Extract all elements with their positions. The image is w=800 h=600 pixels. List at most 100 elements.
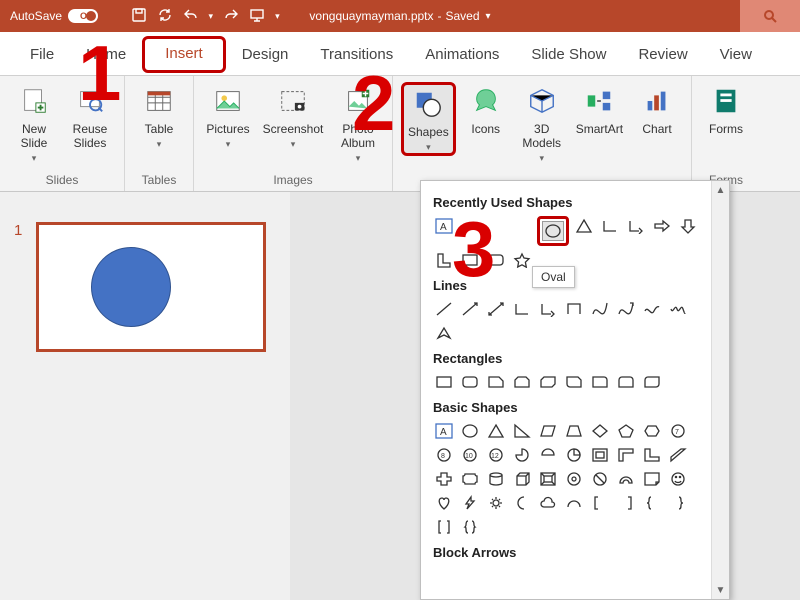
reuse-slides-button[interactable]: Reuse Slides <box>64 82 116 152</box>
tab-file[interactable]: File <box>14 36 70 75</box>
shape-right-triangle[interactable] <box>511 421 533 441</box>
shape-diamond[interactable] <box>589 421 611 441</box>
shape-moon[interactable] <box>511 493 533 513</box>
smartart-button[interactable]: SmartArt <box>572 82 627 138</box>
shape-no-symbol[interactable] <box>589 469 611 489</box>
shape-lightning[interactable] <box>459 493 481 513</box>
tab-design[interactable]: Design <box>226 36 305 75</box>
shape-frame[interactable] <box>589 445 611 465</box>
shape-chord[interactable] <box>537 445 559 465</box>
shape-oval[interactable] <box>542 221 564 241</box>
table-button[interactable]: Table ▾ <box>133 82 185 150</box>
shape-roundrect[interactable] <box>485 250 507 270</box>
tab-review[interactable]: Review <box>622 36 703 75</box>
shape-smiley[interactable] <box>667 469 689 489</box>
shape-braces-pair[interactable] <box>459 517 481 537</box>
shape-oval[interactable] <box>459 421 481 441</box>
shape-elbow-arrow[interactable] <box>537 299 559 319</box>
chart-button[interactable]: Chart <box>631 82 683 138</box>
shape-elbow[interactable] <box>599 216 621 236</box>
shape-textbox[interactable]: A <box>433 421 455 441</box>
shape-diag-stripe[interactable] <box>667 445 689 465</box>
tab-animations[interactable]: Animations <box>409 36 515 75</box>
shape-snip2diag[interactable] <box>537 372 559 392</box>
icons-button[interactable]: Icons <box>460 82 512 138</box>
photo-album-button[interactable]: Photo Album ▾ <box>332 82 384 164</box>
shape-cloud[interactable] <box>537 493 559 513</box>
redo-icon[interactable] <box>223 7 239 26</box>
shape-decagon[interactable]: 10 <box>459 445 481 465</box>
saved-status[interactable]: Saved <box>446 9 480 23</box>
shape-brace-l[interactable] <box>641 493 663 513</box>
shape-textbox[interactable]: A <box>433 216 455 236</box>
shape-bracket-l[interactable] <box>589 493 611 513</box>
shape-plaque[interactable] <box>459 469 481 489</box>
shape-trapezoid[interactable] <box>563 421 585 441</box>
shape-round1[interactable] <box>589 372 611 392</box>
slide-thumbnail-panel[interactable] <box>0 192 290 600</box>
shape-block-arc[interactable] <box>615 469 637 489</box>
shape-half-frame[interactable] <box>615 445 637 465</box>
shape-triangle[interactable] <box>485 421 507 441</box>
shape-triangle[interactable] <box>573 216 595 236</box>
shape-cube[interactable] <box>511 469 533 489</box>
shape-line-double-arrow[interactable] <box>485 299 507 319</box>
shape-cross[interactable] <box>433 469 455 489</box>
shape-brackets-pair[interactable] <box>433 517 455 537</box>
shape-roundrect[interactable] <box>459 372 481 392</box>
shape-curve[interactable] <box>589 299 611 319</box>
shape-down-arrow[interactable] <box>677 216 699 236</box>
shape-bracket-r[interactable] <box>615 493 637 513</box>
shapes-button[interactable]: Shapes ▾ <box>401 82 456 156</box>
undo-caret-icon[interactable]: ▾ <box>209 11 214 22</box>
new-slide-button[interactable]: New Slide ▾ <box>8 82 60 164</box>
autosave-toggle[interactable]: AutoSave On <box>10 9 117 23</box>
tab-slideshow[interactable]: Slide Show <box>515 36 622 75</box>
shape-donut[interactable] <box>563 469 585 489</box>
shape-elbow-arrow[interactable] <box>625 216 647 236</box>
shape-elbow-double[interactable] <box>563 299 585 319</box>
shape-parallelogram[interactable] <box>537 421 559 441</box>
shape-pie[interactable] <box>511 445 533 465</box>
shape-round2same[interactable] <box>615 372 637 392</box>
shape-round2diag[interactable] <box>641 372 663 392</box>
search-box[interactable] <box>740 0 800 32</box>
shape-dodecagon[interactable]: 12 <box>485 445 507 465</box>
shape-can[interactable] <box>485 469 507 489</box>
shape-line-arrow[interactable] <box>459 299 481 319</box>
chevron-down-icon[interactable]: ▾ <box>486 11 491 22</box>
shape-arc[interactable] <box>563 493 585 513</box>
shape-snipround[interactable] <box>563 372 585 392</box>
shape-rect[interactable] <box>433 372 455 392</box>
slide-thumbnail[interactable] <box>36 222 266 352</box>
shape-hexagon[interactable] <box>641 421 663 441</box>
shape-freeform[interactable] <box>641 299 663 319</box>
panel-scrollbar[interactable]: ▲ ▼ <box>711 181 729 599</box>
shape-l-shape[interactable] <box>641 445 663 465</box>
shape-teardrop[interactable] <box>563 445 585 465</box>
sync-icon[interactable] <box>157 7 173 26</box>
qat-more-icon[interactable]: ▾ <box>275 11 280 22</box>
shape-freeform-closed[interactable] <box>433 323 455 343</box>
shape-rect[interactable] <box>459 250 481 270</box>
present-icon[interactable] <box>249 7 265 26</box>
shape-heptagon[interactable]: 7 <box>667 421 689 441</box>
shape-pentagon[interactable] <box>615 421 637 441</box>
shape-elbow-connector[interactable] <box>511 299 533 319</box>
tab-view[interactable]: View <box>704 36 768 75</box>
tab-transitions[interactable]: Transitions <box>304 36 409 75</box>
scroll-up-icon[interactable]: ▲ <box>712 181 729 199</box>
shape-octagon[interactable]: 8 <box>433 445 455 465</box>
forms-button[interactable]: Forms <box>700 82 752 138</box>
shape-heart[interactable] <box>433 493 455 513</box>
3d-models-button[interactable]: 3D Models ▾ <box>516 82 568 164</box>
shape-folded-corner[interactable] <box>641 469 663 489</box>
tab-insert[interactable]: Insert <box>142 36 226 73</box>
pictures-button[interactable]: Pictures ▾ <box>202 82 254 150</box>
scroll-down-icon[interactable]: ▼ <box>712 581 729 599</box>
tab-home[interactable]: Home <box>70 36 142 75</box>
shape-snip2same[interactable] <box>511 372 533 392</box>
shape-right-arrow[interactable] <box>651 216 673 236</box>
shape-bevel[interactable] <box>537 469 559 489</box>
shape-brace-r[interactable] <box>667 493 689 513</box>
